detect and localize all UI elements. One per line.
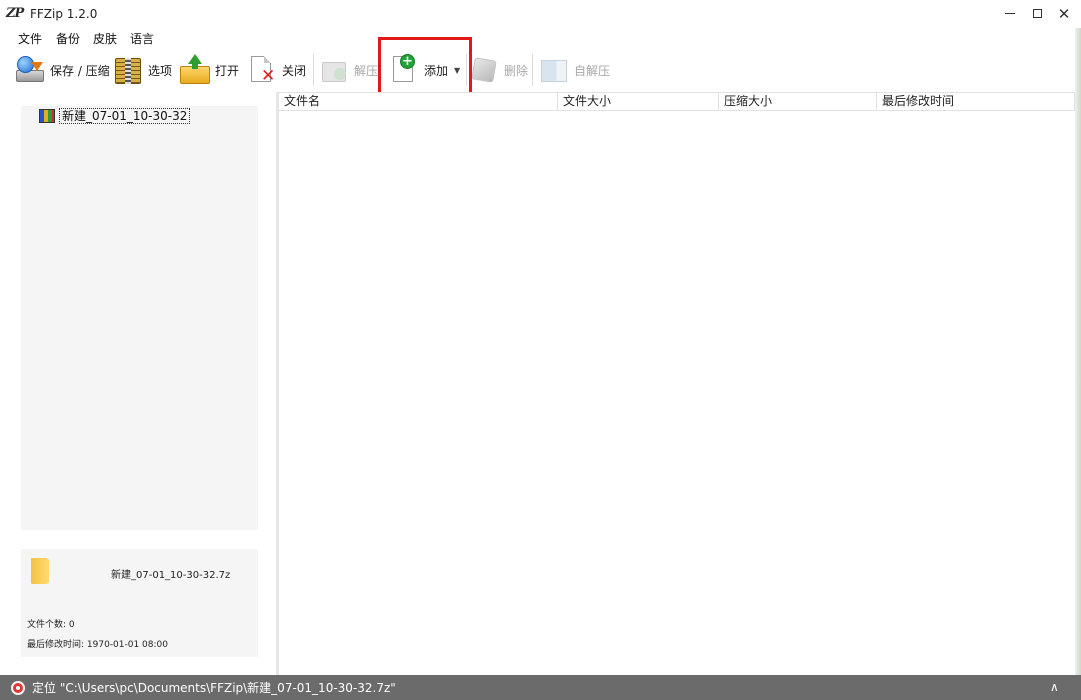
toolbar-separator [532, 54, 533, 86]
close-button[interactable]: ✕ 关闭 [246, 52, 306, 88]
save-compress-button[interactable]: 保存 / 压缩 [14, 52, 110, 88]
extract-button[interactable]: 解压 [318, 52, 378, 88]
options-label: 选项 [148, 63, 173, 78]
maximize-icon [1032, 9, 1042, 18]
close-icon: ✕ [1057, 5, 1071, 23]
tree-item[interactable]: 新建_07-01_10-30-32 [39, 107, 191, 125]
delete-label: 删除 [504, 63, 529, 78]
tree-item-label[interactable]: 新建_07-01_10-30-32 [59, 108, 191, 124]
resize-grip-icon[interactable]: ∧ [1050, 680, 1059, 694]
delete-icon [468, 54, 500, 86]
menu-file[interactable]: 文件 [18, 30, 42, 47]
column-header-compressed-size[interactable]: 压缩大小 [719, 93, 877, 111]
app-logo-icon: ZP [6, 6, 24, 21]
file-list-header: 文件名 文件大小 压缩大小 最后修改时间 [279, 92, 1075, 111]
column-header-filename[interactable]: 文件名 [279, 93, 558, 111]
open-label: 打开 [215, 63, 240, 78]
menu-backup[interactable]: 备份 [56, 30, 80, 47]
self-extract-icon [538, 54, 570, 86]
self-extract-button[interactable]: 自解压 [538, 52, 610, 88]
self-extract-label: 自解压 [574, 63, 611, 78]
close-label: 关闭 [282, 63, 307, 78]
minimize-icon [1005, 13, 1015, 14]
archive-icon [39, 109, 55, 123]
menu-language[interactable]: 语言 [130, 30, 154, 47]
archive-tree[interactable]: 新建_07-01_10-30-32 [21, 106, 258, 530]
menu-bar: 文件 备份 皮肤 语言 [0, 28, 1081, 48]
column-header-filesize[interactable]: 文件大小 [558, 93, 719, 111]
folder-icon [31, 558, 49, 584]
status-text: 定位 "C:\Users\pc\Documents\FFZip\新建_07-01… [32, 681, 396, 695]
location-icon [11, 680, 25, 695]
save-compress-label: 保存 / 压缩 [50, 63, 110, 78]
extract-label: 解压 [354, 63, 379, 78]
left-pane: 新建_07-01_10-30-32 新建_07-01_10-30-32.7z 文… [0, 92, 276, 675]
options-icon [112, 54, 144, 86]
status-bar: 定位 "C:\Users\pc\Documents\FFZip\新建_07-01… [0, 675, 1081, 700]
window-title: FFZip 1.2.0 [30, 7, 98, 21]
menu-skin[interactable]: 皮肤 [93, 30, 117, 47]
archive-filename: 新建_07-01_10-30-32.7z [111, 570, 231, 581]
window-edge [1075, 28, 1081, 675]
toolbar-separator [313, 54, 314, 86]
save-compress-icon [14, 54, 46, 86]
toolbar: 保存 / 压缩 选项 打开 ✕ 关闭 解压 + 添加 ▼ 删除 自解压 [0, 48, 1081, 92]
delete-button[interactable]: 删除 [468, 52, 528, 88]
title-bar: ZP FFZip 1.2.0 ✕ [0, 0, 1081, 28]
open-button[interactable]: 打开 [179, 52, 239, 88]
close-document-icon: ✕ [246, 54, 278, 86]
archive-info-panel: 新建_07-01_10-30-32.7z 文件个数: 0 最后修改时间: 197… [21, 549, 258, 657]
last-modified: 最后修改时间: 1970-01-01 08:00 [27, 640, 168, 650]
column-header-modified-time[interactable]: 最后修改时间 [877, 93, 1075, 111]
file-list[interactable] [279, 111, 1075, 675]
options-button[interactable]: 选项 [112, 52, 172, 88]
close-window-button[interactable]: ✕ [1046, 0, 1081, 28]
extract-icon [318, 54, 350, 86]
file-count: 文件个数: 0 [27, 620, 75, 630]
open-folder-icon [179, 54, 211, 86]
